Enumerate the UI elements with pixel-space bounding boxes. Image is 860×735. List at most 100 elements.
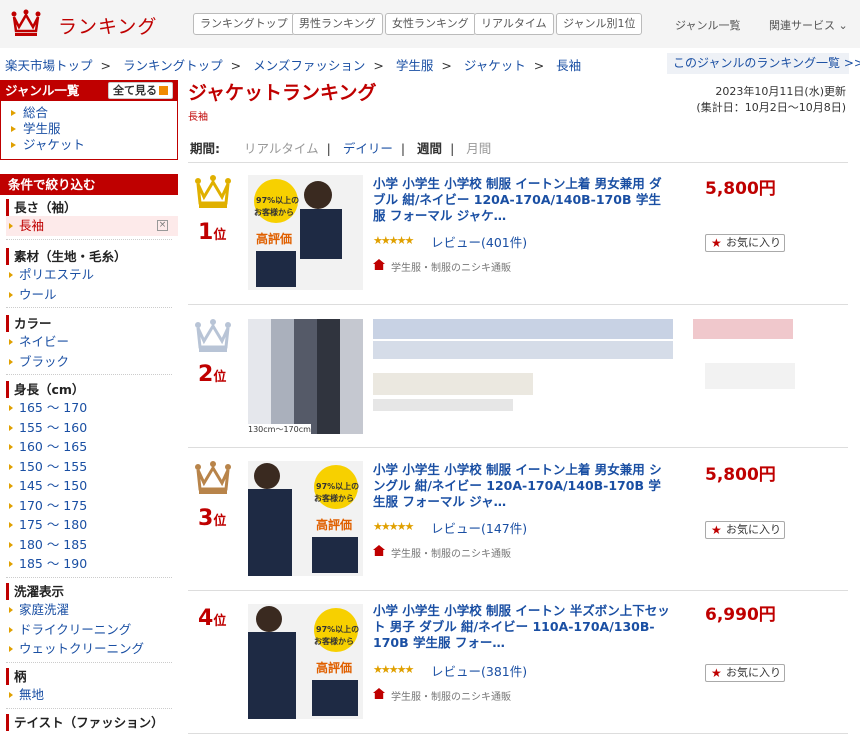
silver-crown-icon — [195, 319, 231, 352]
breadcrumb-item[interactable]: 学生服 — [396, 58, 434, 73]
rating-stars-icon: ★★★★★ — [373, 663, 414, 676]
rank-value: 3 — [198, 506, 214, 531]
filter-item[interactable]: ウェットクリーニング — [6, 639, 178, 659]
filter-group-material: 素材（生地・毛糸） ポリエステル ウール — [6, 248, 178, 310]
period-weekly[interactable]: 週間 — [417, 141, 442, 156]
filter-group-title: カラー — [6, 315, 178, 332]
product-title[interactable]: 小学 小学生 小学校 制服 イートン上着 男女兼用 ダブル 紺/ネイビー 120… — [373, 176, 673, 224]
period-selector: 期間: リアルタイム | デイリー | 週間 | 月間 — [190, 141, 492, 156]
blurred-shop — [373, 399, 513, 411]
filter-item[interactable]: 無地 — [6, 685, 178, 705]
filter-item[interactable]: 家庭洗濯 — [6, 600, 178, 620]
logo-text[interactable]: ランキング — [58, 12, 157, 39]
divider — [188, 590, 848, 591]
filter-item[interactable]: 145 ～ 150 — [6, 476, 178, 496]
breadcrumb-item[interactable]: ジャケット — [464, 58, 526, 73]
rank-number: 1位 — [198, 220, 226, 245]
updated-date: 2023年10月11日(水)更新 — [715, 85, 846, 98]
review-link[interactable]: レビュー(381件) — [431, 661, 527, 680]
product-image-blurred[interactable]: 130cm～170cm — [248, 319, 363, 434]
badge-text: 97%以上の — [316, 625, 360, 634]
genre-list-title: ジャンル一覧 — [5, 83, 80, 98]
divider — [6, 374, 172, 375]
review-link[interactable]: レビュー(401件) — [431, 232, 527, 251]
price: 5,800円 — [705, 465, 776, 485]
filter-group-title: 柄 — [6, 668, 178, 685]
nav-male-ranking[interactable]: 男性ランキング — [292, 13, 383, 35]
badge-text: お客様から — [314, 637, 354, 646]
genre-list: 総合 学生服 ジャケット — [0, 101, 178, 160]
page-subtitle: 長袖 — [188, 112, 208, 123]
period-daily[interactable]: デイリー — [343, 141, 393, 156]
review-link[interactable]: レビュー(147件) — [431, 518, 527, 537]
genre-item[interactable]: ジャケット — [1, 137, 177, 153]
genre-item[interactable]: 学生服 — [1, 121, 177, 137]
period-realtime[interactable]: リアルタイム — [244, 141, 319, 156]
filter-group-pattern: 柄 無地 — [6, 668, 178, 711]
filter-item[interactable]: 165 ～ 170 — [6, 398, 178, 418]
breadcrumb-item[interactable]: ランキングトップ — [123, 58, 223, 73]
blurred-review — [373, 373, 533, 395]
filter-item[interactable]: 160 ～ 165 — [6, 437, 178, 457]
divider — [188, 733, 848, 734]
filter-item[interactable]: ネイビー — [6, 332, 178, 352]
filter-group-title: テイスト（ファッション） — [6, 714, 178, 731]
favorite-button[interactable]: お気に入り — [705, 664, 785, 682]
filter-item[interactable]: 180 ～ 185 — [6, 535, 178, 555]
period-range: (集計日：10月2日～10月8日) — [696, 101, 846, 114]
product-image[interactable]: 97%以上の お客様から 高評価 — [248, 175, 363, 290]
filter-group-height: 身長（cm） 165 ～ 170 155 ～ 160 160 ～ 165 150… — [6, 381, 178, 580]
update-info: 2023年10月11日(水)更新 (集計日：10月2日～10月8日) — [696, 84, 846, 116]
filter-item[interactable]: ウール — [6, 285, 178, 305]
divider — [188, 304, 848, 305]
filter-group-title: 洗濯表示 — [6, 583, 178, 600]
product-image[interactable]: 97%以上の お客様から 高評価 — [248, 604, 363, 719]
product-title[interactable]: 小学 小学生 小学校 制服 イートン 半ズボン上下セット 男子 ダブル 紺/ネイ… — [373, 603, 673, 651]
breadcrumb: 楽天市場トップ > ランキングトップ > メンズファッション > 学生服 > ジャケット… — [5, 58, 582, 73]
filter-item[interactable]: 185 ～ 190 — [6, 554, 178, 574]
breadcrumb-item[interactable]: 楽天市場トップ — [5, 58, 93, 73]
crown-logo-icon[interactable] — [11, 9, 41, 37]
remove-filter-icon[interactable]: × — [157, 220, 168, 231]
favorite-button[interactable]: お気に入り — [705, 521, 785, 539]
filter-item[interactable]: ポリエステル — [6, 265, 178, 285]
rating-stars-icon: ★★★★★ — [373, 520, 414, 533]
genre-sidebar: ジャンル一覧 全て見る 総合 学生服 ジャケット — [0, 80, 178, 160]
badge-text: 97%以上の — [316, 482, 360, 491]
view-all-button[interactable]: 全て見る — [108, 82, 173, 99]
favorite-button[interactable]: お気に入り — [705, 234, 785, 252]
shop-link[interactable]: 学生服・制服のニシキ通販 — [373, 545, 511, 560]
divider — [6, 576, 172, 578]
filter-item-selected[interactable]: 長袖 × — [6, 216, 178, 236]
genre-ranking-list-link[interactable]: このジャンルのランキング一覧 >> — [667, 53, 860, 74]
badge-text: 高評価 — [256, 232, 293, 246]
breadcrumb-item[interactable]: 長袖 — [556, 58, 581, 73]
badge-text: お客様から — [314, 494, 354, 503]
related-services-link[interactable]: 関連サービス ⌄ — [769, 17, 848, 33]
badge-text: 高評価 — [316, 518, 353, 532]
filter-item[interactable]: 175 ～ 180 — [6, 515, 178, 535]
shop-link[interactable]: 学生服・制服のニシキ通販 — [373, 259, 511, 274]
product-title[interactable]: 小学 小学生 小学校 制服 イートン上着 男女兼用 シングル 紺/ネイビー 12… — [373, 462, 673, 510]
rank-number: 4位 — [198, 606, 226, 631]
filter-item[interactable]: ブラック — [6, 352, 178, 372]
nav-female-ranking[interactable]: 女性ランキング — [385, 13, 476, 35]
filter-item[interactable]: ドライクリーニング — [6, 620, 178, 640]
filter-item[interactable]: 170 ～ 175 — [6, 496, 178, 516]
genre-list-link[interactable]: ジャンル一覧 — [675, 17, 740, 33]
nav-genre-first[interactable]: ジャンル別1位 — [556, 13, 643, 35]
filter-item[interactable]: 150 ～ 155 — [6, 457, 178, 477]
period-monthly[interactable]: 月間 — [466, 141, 491, 156]
rank-number: 2位 — [198, 362, 226, 387]
genre-item[interactable]: 総合 — [1, 105, 177, 121]
nav-ranking-top[interactable]: ランキングトップ — [193, 13, 295, 35]
size-caption: 130cm～170cm — [248, 424, 311, 434]
breadcrumb-item[interactable]: メンズファッション — [253, 58, 365, 73]
divider — [6, 661, 172, 663]
arrow-icon — [159, 86, 168, 95]
shop-link[interactable]: 学生服・制服のニシキ通販 — [373, 688, 511, 703]
nav-realtime[interactable]: リアルタイム — [474, 13, 554, 35]
filter-item[interactable]: 155 ～ 160 — [6, 418, 178, 438]
rank-suffix: 位 — [213, 614, 227, 629]
product-image[interactable]: 97%以上の お客様から 高評価 — [248, 461, 363, 576]
